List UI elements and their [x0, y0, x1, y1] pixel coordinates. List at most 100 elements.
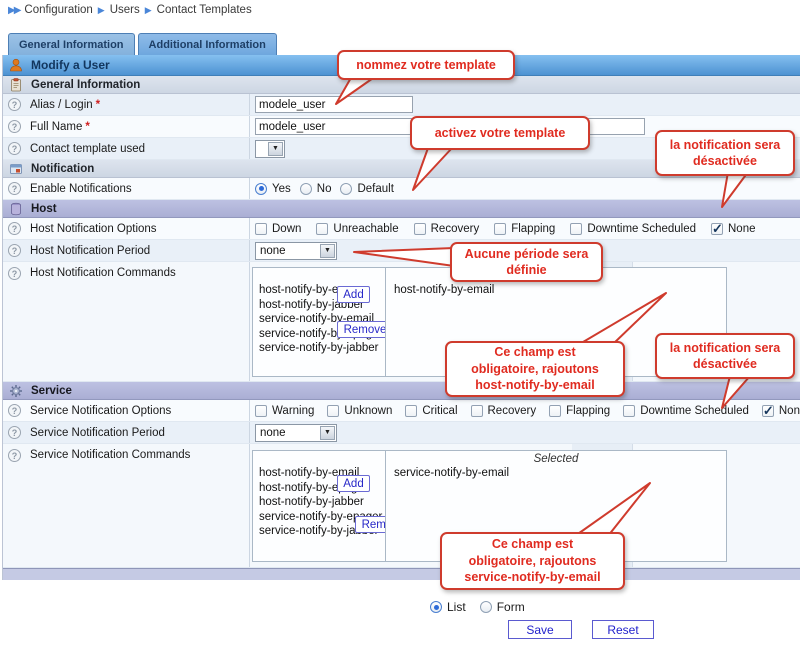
table-footer-bar: [3, 568, 800, 580]
host-add-button[interactable]: Add: [337, 286, 370, 303]
radio-icon[interactable]: [340, 183, 352, 195]
help-icon[interactable]: ?: [8, 404, 21, 417]
service-commands-label-cell: ? Service Notification Commands: [3, 444, 250, 567]
host-options-label: Host Notification Options: [30, 223, 157, 235]
callout-activate-template: activez votre template: [410, 116, 590, 150]
help-icon[interactable]: ?: [8, 244, 21, 257]
radio-default[interactable]: Default: [340, 183, 393, 195]
checkbox-none[interactable]: None: [762, 405, 800, 417]
alias-login-input[interactable]: [255, 96, 413, 113]
checkbox-recovery[interactable]: Recovery: [414, 223, 480, 235]
checkbox-icon[interactable]: [623, 405, 635, 417]
service-period-label: Service Notification Period: [30, 427, 165, 439]
checkbox-unknown[interactable]: Unknown: [327, 405, 392, 417]
breadcrumb: ▶▶ Configuration ▶ Users ▶ Contact Templ…: [8, 4, 252, 16]
chevron-right-icon: ▶: [145, 5, 152, 16]
host-period-label: Host Notification Period: [30, 245, 150, 257]
list-item[interactable]: service-notify-by-email: [394, 466, 726, 481]
checkbox-icon[interactable]: [327, 405, 339, 417]
checkbox-icon[interactable]: [471, 405, 483, 417]
checkbox-checked-icon[interactable]: [711, 223, 723, 235]
section-header-label: Service: [31, 385, 72, 397]
checkbox-checked-icon[interactable]: [762, 405, 774, 417]
breadcrumb-users[interactable]: Users: [110, 4, 140, 16]
checkbox-down[interactable]: Down: [255, 223, 301, 235]
checkbox-icon[interactable]: [414, 223, 426, 235]
checkbox-icon[interactable]: [316, 223, 328, 235]
checkbox-recovery[interactable]: Recovery: [471, 405, 537, 417]
selected-header: Selected: [386, 451, 726, 465]
checkbox-unreachable[interactable]: Unreachable: [316, 223, 398, 235]
enable-notifications-row: ? Enable Notifications Yes No Default: [3, 178, 800, 200]
checkbox-none[interactable]: None: [711, 223, 756, 235]
radio-icon[interactable]: [480, 601, 492, 613]
checkbox-icon[interactable]: [570, 223, 582, 235]
breadcrumb-contact-templates[interactable]: Contact Templates: [157, 4, 252, 16]
checkbox-downtime-scheduled[interactable]: Downtime Scheduled: [623, 405, 749, 417]
contact-template-select[interactable]: ▼: [255, 140, 285, 158]
service-notification-commands-row: ? Service Notification Commands Availabl…: [3, 444, 800, 568]
save-button[interactable]: Save: [508, 620, 572, 639]
dropdown-arrow-icon[interactable]: ▼: [320, 244, 335, 258]
page-title: Modify a User: [31, 58, 110, 72]
host-commands-label: Host Notification Commands: [30, 267, 176, 279]
section-header-label: Host: [31, 203, 57, 215]
section-service: Service: [3, 382, 800, 400]
full-name-label: Full Name*: [30, 121, 90, 133]
host-notification-options-row: ? Host Notification Options Down Unreach…: [3, 218, 800, 240]
help-icon[interactable]: ?: [8, 449, 21, 462]
required-asterisk: *: [96, 99, 100, 111]
list-item[interactable]: host-notify-by-email: [394, 283, 726, 298]
help-icon[interactable]: ?: [8, 182, 21, 195]
enable-notifications-label: Enable Notifications: [30, 183, 132, 195]
radio-yes[interactable]: Yes: [255, 183, 291, 195]
radio-no[interactable]: No: [300, 183, 332, 195]
checkbox-icon[interactable]: [255, 405, 267, 417]
dropdown-arrow-icon[interactable]: ▼: [268, 142, 283, 156]
dropdown-arrow-icon[interactable]: ▼: [320, 426, 335, 440]
radio-icon[interactable]: [255, 183, 267, 195]
checkbox-icon[interactable]: [405, 405, 417, 417]
help-icon[interactable]: ?: [8, 142, 21, 155]
help-icon[interactable]: ?: [8, 120, 21, 133]
help-icon[interactable]: ?: [8, 98, 21, 111]
select-value: none: [260, 245, 286, 257]
contact-template-form-page: ▶▶ Configuration ▶ Users ▶ Contact Templ…: [0, 0, 800, 648]
checkbox-critical[interactable]: Critical: [405, 405, 457, 417]
service-options-label-cell: ? Service Notification Options: [3, 400, 250, 421]
breadcrumb-configuration[interactable]: Configuration: [24, 4, 92, 16]
window-icon: [9, 162, 23, 176]
reset-button[interactable]: Reset: [592, 620, 654, 639]
checkbox-flapping[interactable]: Flapping: [494, 223, 555, 235]
service-period-value-cell: none ▼: [251, 422, 800, 443]
help-icon[interactable]: ?: [8, 426, 21, 439]
checkbox-icon[interactable]: [255, 223, 267, 235]
radio-icon[interactable]: [430, 601, 442, 613]
contact-template-label-cell: ? Contact template used: [3, 138, 250, 159]
service-add-button[interactable]: Add: [337, 475, 370, 492]
help-icon[interactable]: ?: [8, 267, 21, 280]
radio-icon[interactable]: [300, 183, 312, 195]
callout-name-template: nommez votre template: [337, 50, 515, 80]
service-period-select[interactable]: none ▼: [255, 424, 337, 442]
callout-notification-disabled-host: la notification seradésactivée: [655, 130, 795, 176]
host-period-select[interactable]: none ▼: [255, 242, 337, 260]
radio-list[interactable]: List: [430, 600, 466, 614]
service-commands-label: Service Notification Commands: [30, 449, 190, 461]
checkbox-downtime-scheduled[interactable]: Downtime Scheduled: [570, 223, 696, 235]
checkbox-icon[interactable]: [549, 405, 561, 417]
required-asterisk: *: [85, 121, 89, 133]
view-mode-radios: List Form: [430, 600, 525, 614]
help-icon[interactable]: ?: [8, 222, 21, 235]
checkbox-icon[interactable]: [494, 223, 506, 235]
service-notification-options-row: ? Service Notification Options Warning U…: [3, 400, 800, 422]
gear-icon: [9, 384, 23, 398]
tab-general-information[interactable]: General Information: [8, 33, 135, 55]
host-options-value-cell: Down Unreachable Recovery Flapping Downt…: [251, 218, 800, 239]
radio-form[interactable]: Form: [480, 600, 525, 614]
enable-notifications-value-cell: Yes No Default: [251, 178, 800, 199]
checkbox-warning[interactable]: Warning: [255, 405, 314, 417]
checkbox-flapping[interactable]: Flapping: [549, 405, 610, 417]
tab-additional-information[interactable]: Additional Information: [138, 33, 277, 55]
clipboard-icon: [9, 78, 23, 92]
